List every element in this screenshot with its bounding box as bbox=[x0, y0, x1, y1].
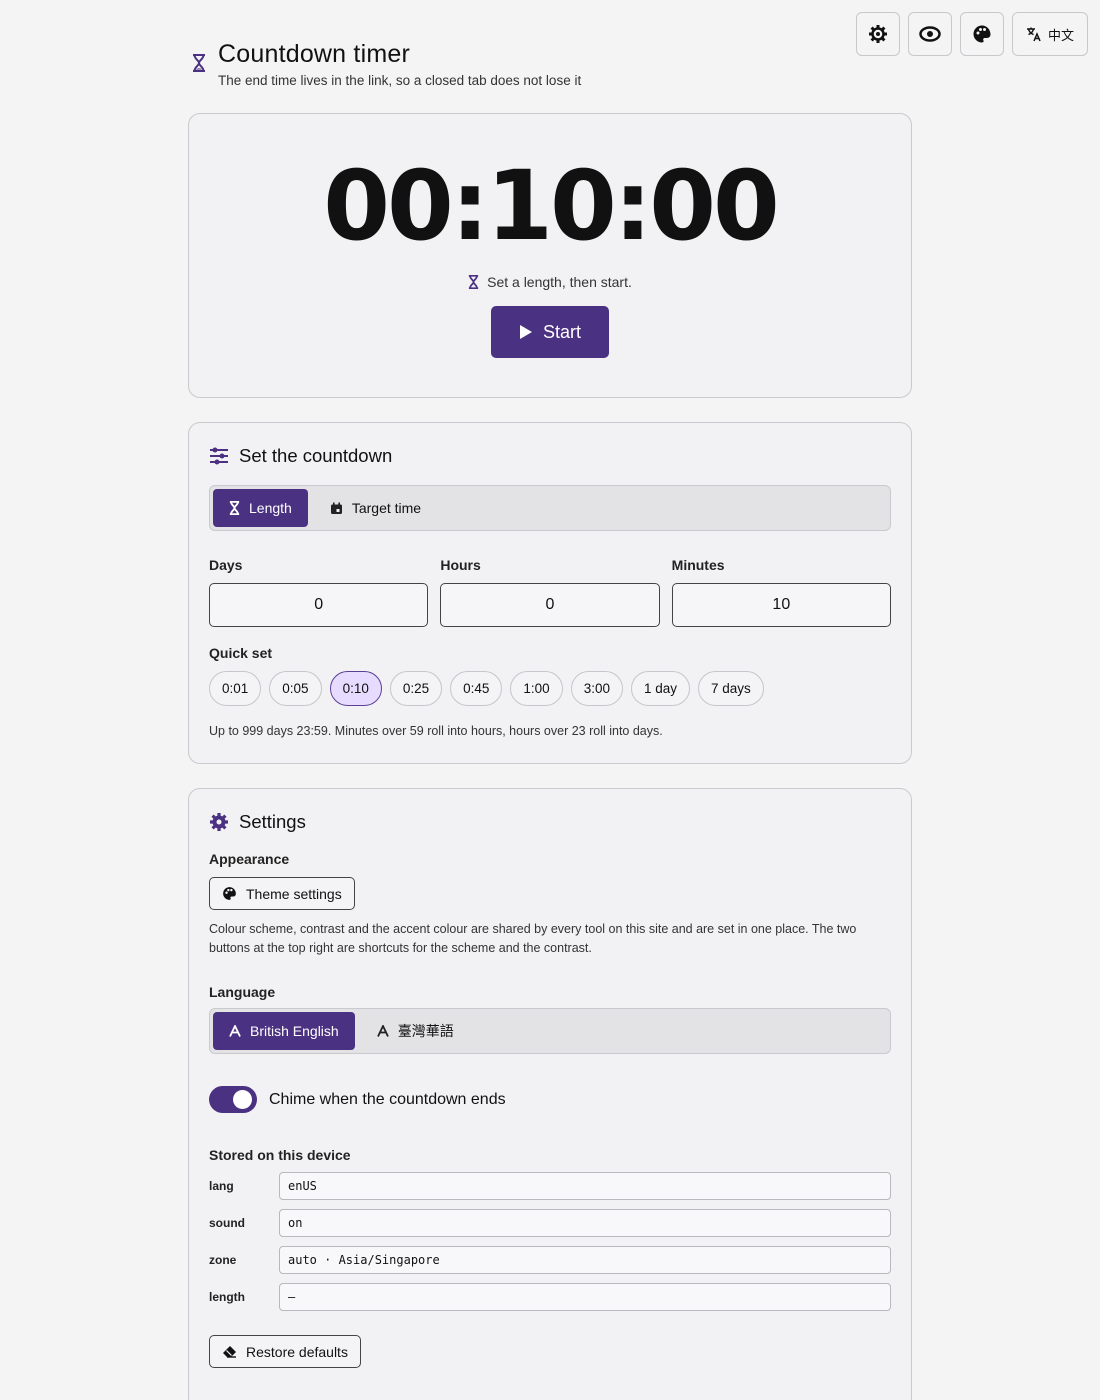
quick-set-chip[interactable]: 0:45 bbox=[450, 671, 503, 706]
stored-row-sound: sound on bbox=[209, 1209, 891, 1237]
stored-row-zone: zone auto · Asia/Singapore bbox=[209, 1246, 891, 1274]
sliders-icon bbox=[210, 447, 228, 465]
set-countdown-title: Set the countdown bbox=[239, 445, 393, 466]
mode-target-time-label: Target time bbox=[351, 500, 422, 516]
language-option-english-label: British English bbox=[250, 1023, 339, 1039]
stored-row-length: length — bbox=[209, 1283, 891, 1311]
timer-status: Set a length, then start. bbox=[189, 274, 911, 290]
set-countdown-heading: Set the countdown bbox=[209, 445, 891, 467]
timer-status-text: Set a length, then start. bbox=[487, 274, 632, 290]
theme-settings-button[interactable]: Theme settings bbox=[209, 877, 355, 910]
stored-key: zone bbox=[209, 1253, 237, 1267]
hourglass-icon bbox=[468, 275, 479, 289]
minutes-label: Minutes bbox=[671, 557, 725, 573]
eraser-icon bbox=[223, 1346, 236, 1358]
start-button[interactable]: Start bbox=[491, 306, 609, 358]
palette-icon bbox=[223, 887, 236, 900]
chime-label: Chime when the countdown ends bbox=[269, 1090, 506, 1108]
palette-icon bbox=[973, 25, 991, 43]
hourglass-icon bbox=[193, 54, 205, 72]
minutes-field: Minutes 10 bbox=[671, 557, 891, 627]
settings-card: Settings Appearance Theme settings Colou… bbox=[188, 788, 912, 1400]
appearance-label: Appearance bbox=[209, 851, 290, 867]
stored-value: on bbox=[279, 1209, 891, 1237]
hours-input[interactable]: 0 bbox=[440, 583, 660, 627]
letter-a-icon bbox=[229, 1025, 241, 1037]
stored-key: length bbox=[209, 1290, 245, 1304]
calendar-icon bbox=[330, 502, 342, 514]
minutes-input[interactable]: 10 bbox=[671, 583, 891, 627]
hourglass-icon bbox=[229, 501, 240, 515]
letter-a-icon bbox=[376, 1025, 389, 1037]
quick-set-chip[interactable]: 0:25 bbox=[389, 671, 443, 706]
language-option-taiwanese-mandarin[interactable]: 臺灣華語 bbox=[361, 1012, 470, 1050]
start-button-label: Start bbox=[542, 321, 581, 342]
stored-values: lang enUS sound on zone auto · Asia/Sing… bbox=[209, 1172, 891, 1311]
stored-value: enUS bbox=[279, 1172, 891, 1200]
days-label: Days bbox=[209, 557, 243, 573]
language-button-label: 中文 bbox=[1047, 27, 1074, 43]
mode-length-label: Length bbox=[249, 500, 292, 516]
page-subtitle: The end time lives in the link, so a clo… bbox=[218, 73, 582, 88]
page-header: Countdown timer The end time lives in th… bbox=[190, 40, 581, 88]
mode-length-tab[interactable]: Length bbox=[213, 489, 308, 527]
play-icon bbox=[519, 325, 532, 339]
top-toolbar: 中文 bbox=[856, 12, 1088, 56]
quick-set-chip[interactable]: 0:05 bbox=[269, 671, 322, 706]
set-countdown-card: Set the countdown Length Target time Day… bbox=[188, 422, 912, 764]
quick-set-chip[interactable]: 3:00 bbox=[570, 671, 623, 706]
contrast-button[interactable] bbox=[908, 12, 952, 56]
quick-set-chip[interactable]: 1:00 bbox=[510, 671, 563, 706]
translate-icon bbox=[1026, 27, 1041, 42]
gear-icon bbox=[869, 25, 887, 43]
days-input[interactable]: 0 bbox=[209, 583, 429, 627]
quick-set-chip[interactable]: 0:01 bbox=[209, 671, 262, 706]
stored-label: Stored on this device bbox=[209, 1147, 351, 1163]
color-scheme-button[interactable] bbox=[856, 12, 900, 56]
language-option-taiwanese-mandarin-label: 臺灣華語 bbox=[397, 1023, 454, 1039]
stored-key: lang bbox=[209, 1179, 234, 1193]
duration-fields: Days 0 Hours 0 Minutes 10 bbox=[209, 557, 891, 627]
timer-card: 00:10:00 Set a length, then start. Start bbox=[188, 113, 912, 398]
settings-title: Settings bbox=[239, 811, 306, 832]
settings-heading: Settings bbox=[209, 811, 891, 833]
hours-label: Hours bbox=[440, 557, 481, 573]
limits-hint: Up to 999 days 23:59. Minutes over 59 ro… bbox=[209, 724, 663, 738]
language-label: Language bbox=[209, 984, 276, 1000]
quick-set-chip[interactable]: 1 day bbox=[630, 671, 690, 706]
countdown-display: 00:10:00 bbox=[323, 150, 780, 262]
theme-button[interactable] bbox=[960, 12, 1004, 56]
appearance-note: Colour scheme, contrast and the accent c… bbox=[209, 922, 857, 955]
restore-defaults-label: Restore defaults bbox=[246, 1343, 348, 1360]
stored-key: sound bbox=[209, 1216, 245, 1230]
language-switch: British English 臺灣華語 bbox=[209, 1008, 891, 1054]
chime-row: Chime when the countdown ends bbox=[209, 1086, 891, 1113]
days-field: Days 0 bbox=[209, 557, 429, 627]
stored-value: — bbox=[279, 1283, 891, 1311]
language-button[interactable]: 中文 bbox=[1012, 12, 1088, 56]
restore-defaults-button[interactable]: Restore defaults bbox=[209, 1335, 361, 1368]
mode-switch: Length Target time bbox=[209, 485, 891, 531]
quick-set-chip[interactable]: 7 days bbox=[698, 671, 764, 706]
mode-target-time-tab[interactable]: Target time bbox=[314, 489, 437, 527]
eye-icon bbox=[919, 26, 941, 42]
page-title: Countdown timer bbox=[218, 40, 410, 68]
hours-field: Hours 0 bbox=[440, 557, 660, 627]
theme-settings-label: Theme settings bbox=[246, 885, 342, 902]
stored-value: auto · Asia/Singapore bbox=[279, 1246, 891, 1274]
chime-toggle[interactable] bbox=[209, 1086, 257, 1113]
quick-set-chip-active[interactable]: 0:10 bbox=[329, 671, 382, 706]
stored-row-lang: lang enUS bbox=[209, 1172, 891, 1200]
quick-set-chips: 0:01 0:05 0:10 0:25 0:45 1:00 3:00 1 day… bbox=[209, 671, 891, 706]
quick-set-label: Quick set bbox=[209, 645, 273, 661]
language-option-english[interactable]: British English bbox=[213, 1012, 355, 1050]
gear-icon bbox=[210, 813, 228, 831]
